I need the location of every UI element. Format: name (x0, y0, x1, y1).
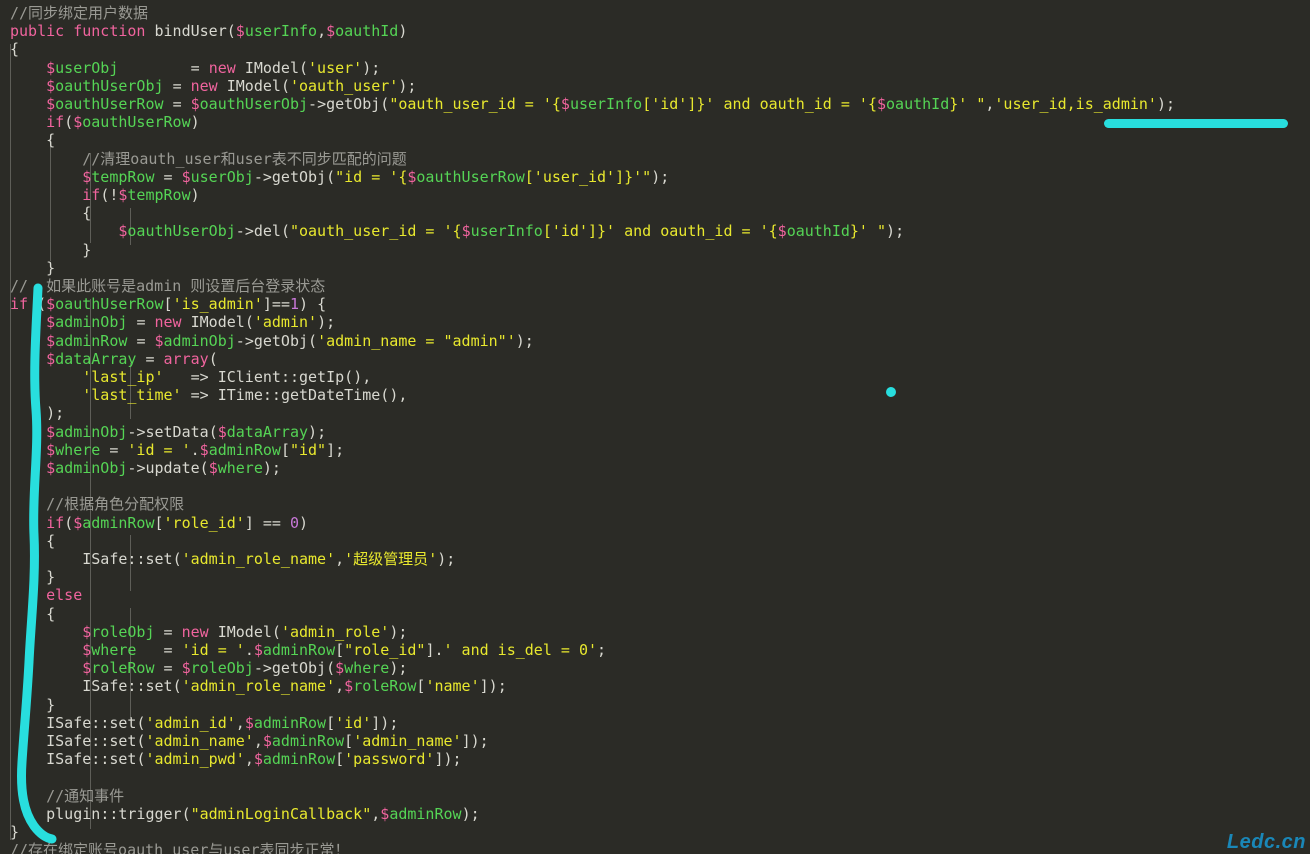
code-line: //存在绑定账号oauth_user与user表同步正常！ (10, 841, 350, 854)
code-line: if ($oauthUserRow['is_admin']==1) { (10, 295, 327, 314)
code-line: ); (46, 404, 65, 423)
code-line: { (46, 604, 56, 623)
code-line: } (10, 823, 20, 841)
code-line: $oauthUserRow = $oauthUserObj->getObj("o… (46, 95, 1176, 113)
code-line: } (46, 258, 56, 277)
watermark-label: Ledc.cn (1226, 831, 1306, 853)
code-line: ISafe::set('admin_pwd',$adminRow['passwo… (46, 750, 462, 769)
code-line: //清理oauth_user和user表不同步匹配的问题 (10, 149, 407, 168)
code-line: //同步绑定用户数据 (10, 4, 149, 22)
code-line: { (10, 40, 20, 59)
code-line: 'last_ip' => IClient::getIp(), (82, 368, 372, 386)
code-line: } (82, 240, 92, 259)
code-line: $adminObj->update($where); (46, 459, 281, 477)
code-line: $oauthUserObj->del("oauth_user_id = '{$u… (118, 222, 905, 241)
code-line: { (46, 531, 56, 550)
code-line: else (46, 586, 83, 605)
code-line: 'last_time' => ITime::getDateTime(), (82, 386, 408, 405)
code-line: $dataArray = array( (46, 349, 218, 368)
code-line: ISafe::set('admin_role_name',$roleRow['n… (82, 677, 507, 696)
code-line: $adminRow = $adminObj->getObj('admin_nam… (46, 331, 534, 350)
code-line: ISafe::set('admin_role_name','超级管理员'); (82, 550, 456, 568)
code-line: } (46, 568, 56, 587)
code-line: } (46, 695, 56, 714)
code-line: if($adminRow['role_id'] == 0) (46, 513, 309, 532)
code-line: $where = 'id = '.$adminRow["id"]; (46, 440, 345, 459)
code-line: $roleObj = new IModel('admin_role'); (82, 622, 408, 641)
code-line: $roleRow = $roleObj->getObj($where); (82, 659, 408, 678)
code-line: public function bindUser($userInfo,$oaut… (10, 22, 408, 41)
code-line: $tempRow = $userObj->getObj("id = '{$oau… (82, 167, 670, 186)
code-line: { (46, 131, 56, 150)
code-line: $adminObj->setData($dataArray); (46, 422, 327, 441)
code-line: // 如果此账号是admin 则设置后台登录状态 (10, 277, 326, 295)
code-screenshot: //同步绑定用户数据 public function bindUser($user… (0, 0, 1310, 854)
code-line: if($oauthUserRow) (46, 113, 200, 132)
code-line: plugin::trigger("adminLoginCallback",$ad… (46, 804, 480, 823)
code-line: //通知事件 (10, 786, 125, 805)
code-line: $userObj = new IModel('user'); (46, 58, 381, 77)
code-line: if(!$tempRow) (82, 186, 200, 204)
code-line: $oauthUserObj = new IModel('oauth_user')… (46, 76, 417, 95)
code-line: { (82, 204, 92, 223)
code-line: $adminObj = new IModel('admin'); (46, 313, 336, 332)
code-line: $where = 'id = '.$adminRow["role_id"].' … (82, 641, 607, 659)
code-line: ISafe::set('admin_name',$adminRow['admin… (46, 732, 489, 750)
code-editor-content: //同步绑定用户数据 public function bindUser($user… (0, 0, 1310, 854)
code-line: //根据角色分配权限 (10, 495, 185, 514)
code-line: ISafe::set('admin_id',$adminRow['id']); (46, 713, 399, 732)
